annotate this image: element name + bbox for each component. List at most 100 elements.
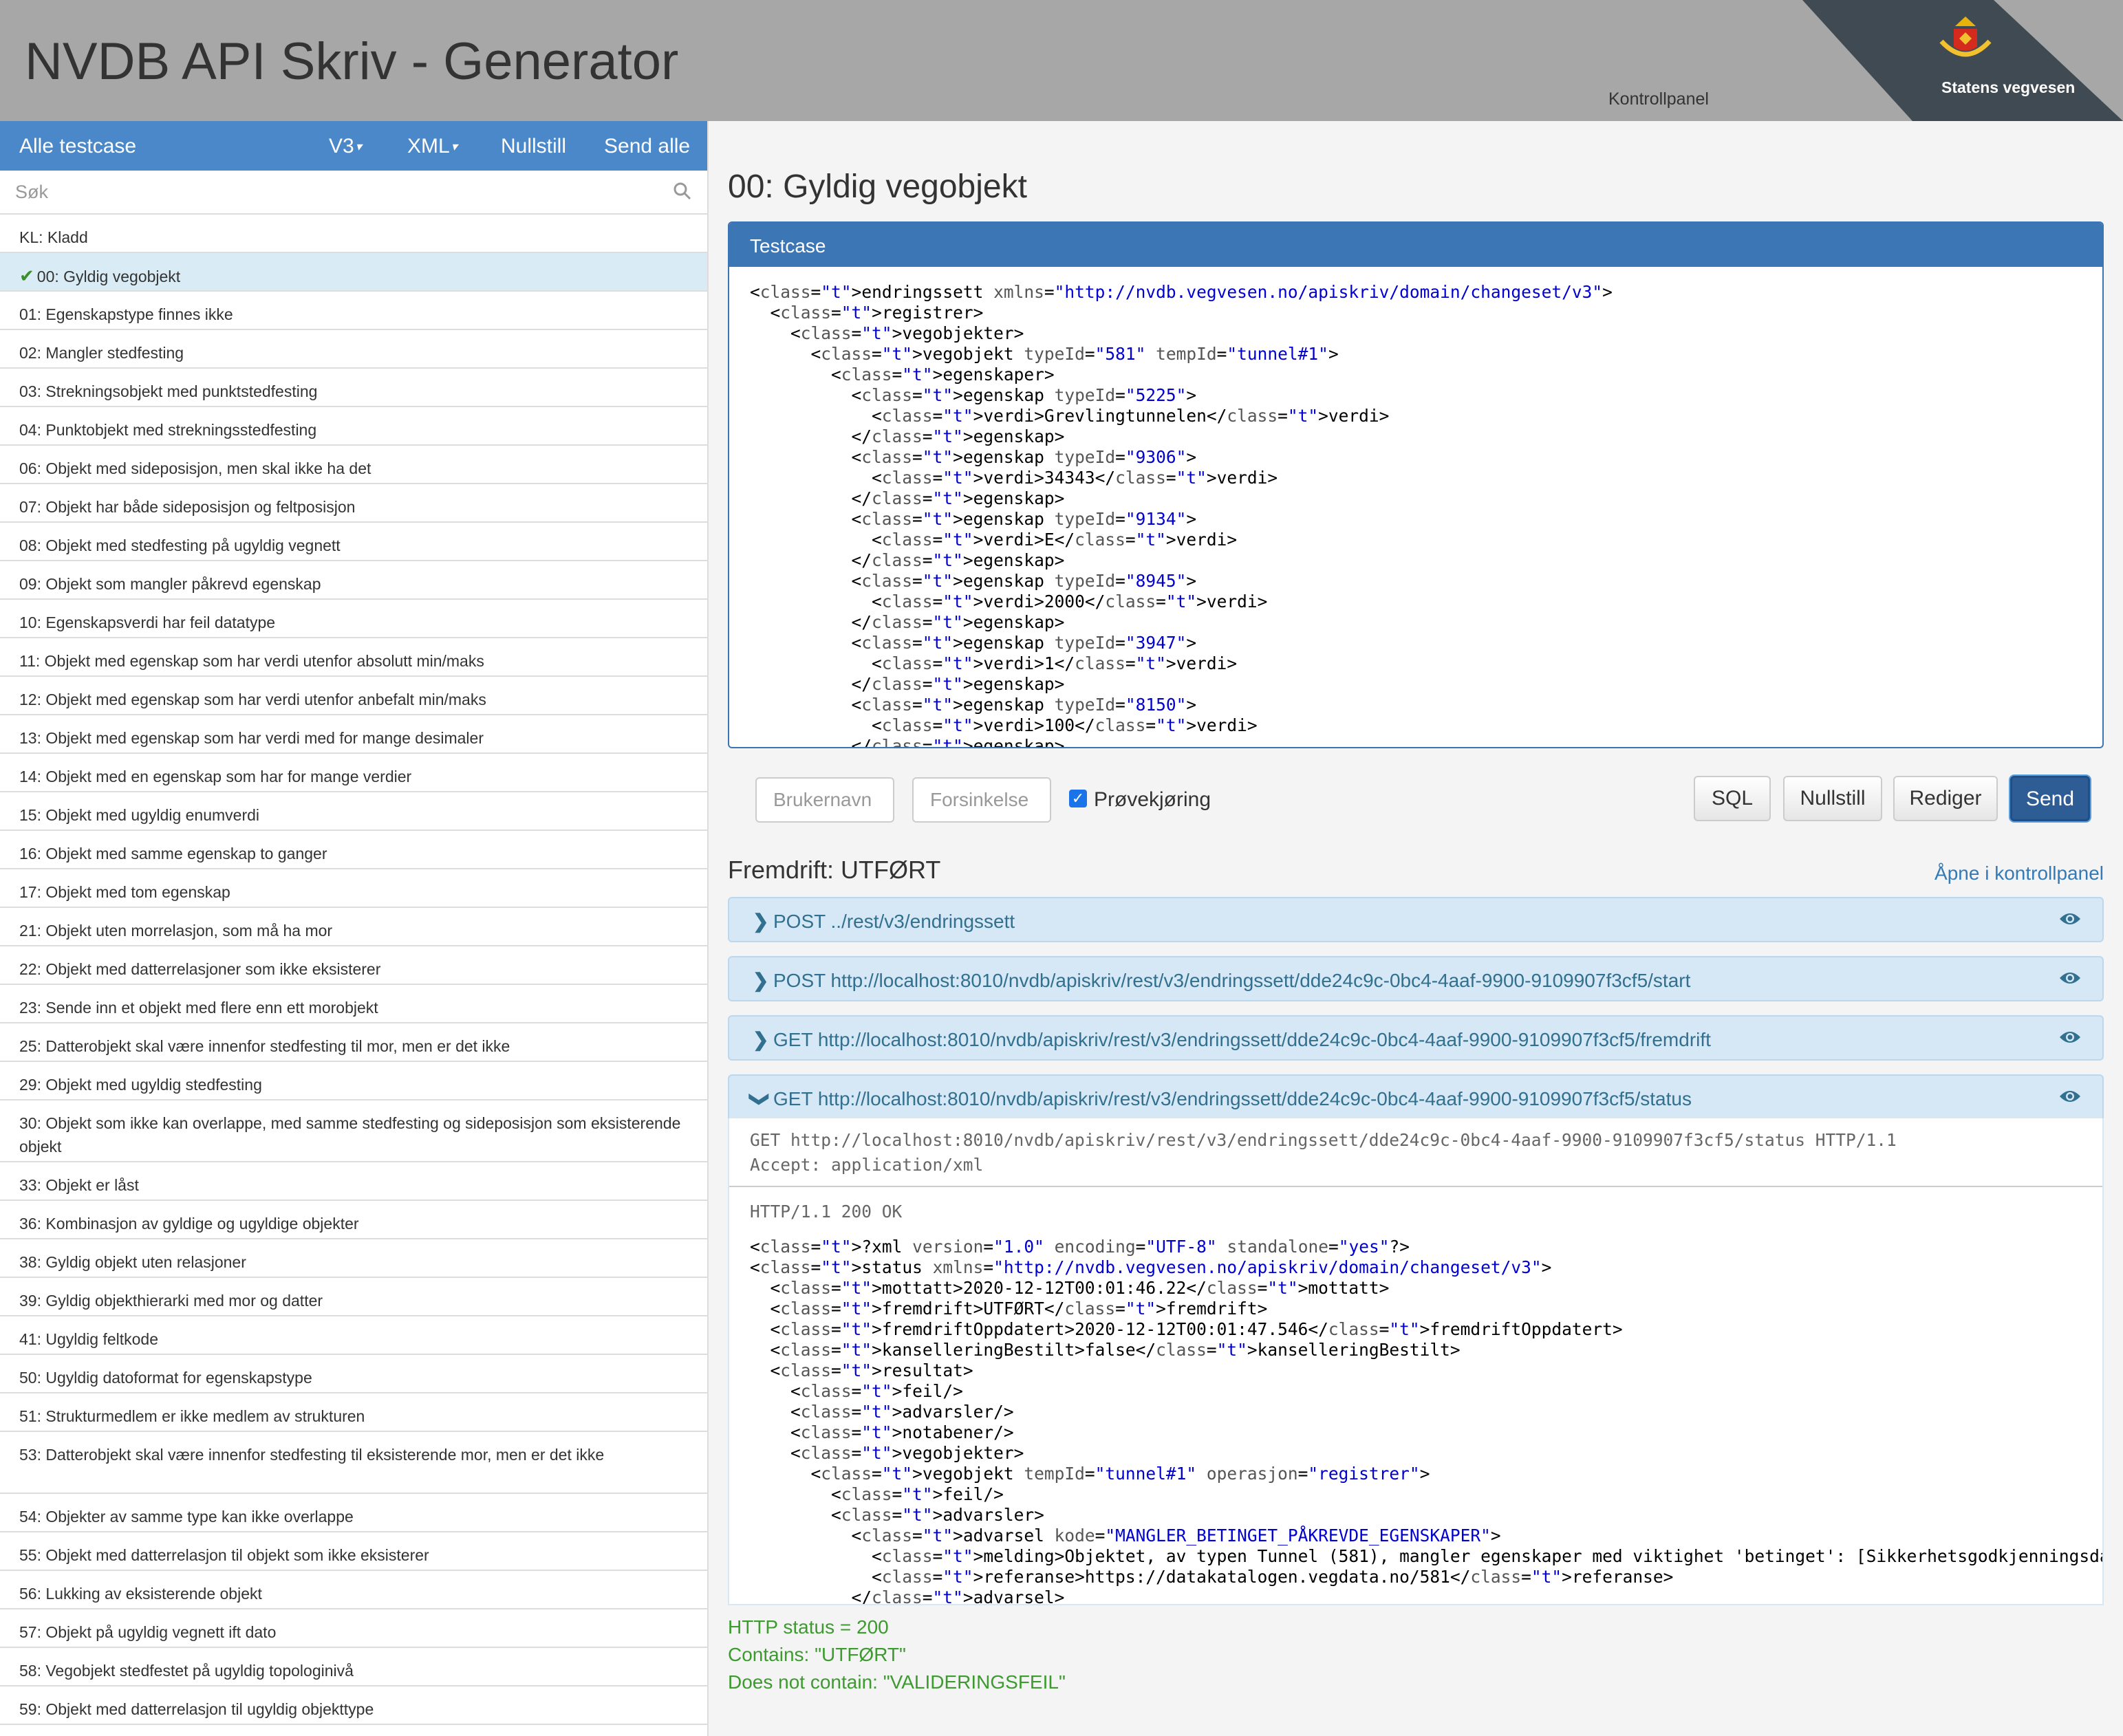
- testcase-label: 59: Objekt med datterrelasjon til ugyldi…: [19, 1700, 374, 1718]
- testcase-item[interactable]: 22: Objekt med datterrelasjoner som ikke…: [0, 946, 707, 985]
- code-line: <class="t">feil/>: [750, 1381, 963, 1401]
- code-line: <class="t">verdi>34343</class="t">verdi>: [750, 468, 1278, 488]
- request-row[interactable]: ❯ POST http://localhost:8010/nvdb/apiskri…: [728, 956, 2104, 1001]
- testcase-item[interactable]: 06: Objekt med sideposisjon, men skal ik…: [0, 446, 707, 484]
- testcase-item[interactable]: 54: Objekter av samme type kan ikke over…: [0, 1494, 707, 1532]
- testcase-item[interactable]: 60: Objekt med datterrelasjon til objekt…: [0, 1725, 707, 1736]
- testcase-item[interactable]: 09: Objekt som mangler påkrevd egenskap: [0, 561, 707, 600]
- testcase-item[interactable]: 23: Sende inn et objekt med flere enn et…: [0, 985, 707, 1023]
- format-label: XML: [407, 135, 450, 158]
- username-input[interactable]: [755, 777, 894, 823]
- request-label: POST http://localhost:8010/nvdb/apiskriv…: [773, 970, 1691, 991]
- testcase-label: 14: Objekt med en egenskap som har for m…: [19, 768, 412, 785]
- testcase-label: 04: Punktobjekt med strekningsstedfestin…: [19, 421, 317, 439]
- code-line: </class="t">egenskap>: [750, 674, 1065, 694]
- code-line: <class="t">egenskap typeId="8945">: [750, 571, 1197, 591]
- testcase-item[interactable]: 59: Objekt med datterrelasjon til ugyldi…: [0, 1686, 707, 1725]
- testcase-label: 29: Objekt med ugyldig stedfesting: [19, 1076, 262, 1094]
- sidebar-toolbar: Alle testcase V3 ▾ XML ▾ Nullstill Send al…: [0, 121, 707, 171]
- testcase-item[interactable]: 56: Lukking av eksisterende objekt: [0, 1571, 707, 1609]
- testcase-item[interactable]: 51: Strukturmedlem er ikke medlem av str…: [0, 1393, 707, 1432]
- testcase-item[interactable]: 55: Objekt med datterrelasjon til objekt…: [0, 1532, 707, 1571]
- testcase-item[interactable]: 36: Kombinasjon av gyldige og ugyldige o…: [0, 1201, 707, 1239]
- testcase-label: 02: Mangler stedfesting: [19, 344, 184, 362]
- testcase-item[interactable]: 25: Datterobjekt skal være innenfor sted…: [0, 1023, 707, 1062]
- testcase-item[interactable]: 38: Gyldig objekt uten relasjoner: [0, 1239, 707, 1278]
- request-row[interactable]: ❯ POST ../rest/v3/endringssett: [728, 897, 2104, 942]
- eye-icon[interactable]: [2058, 911, 2082, 927]
- testcase-item[interactable]: 08: Objekt med stedfesting på ugyldig ve…: [0, 523, 707, 561]
- testcase-item[interactable]: 57: Objekt på ugyldig vegnett ift dato: [0, 1609, 707, 1648]
- testcase-item[interactable]: 17: Objekt med tom egenskap: [0, 869, 707, 908]
- testcase-item[interactable]: 50: Ugyldig datoformat for egenskapstype: [0, 1355, 707, 1393]
- code-line: <class="t">advarsler>: [750, 1505, 1044, 1525]
- testcase-label: 33: Objekt er låst: [19, 1176, 139, 1194]
- testcase-label: 57: Objekt på ugyldig vegnett ift dato: [19, 1623, 277, 1641]
- statens-vegvesen-logo[interactable]: Statens vegvesen: [1802, 0, 2123, 121]
- eye-icon[interactable]: [2058, 1029, 2082, 1045]
- testcase-xml-editor[interactable]: <class="t">endringssett xmlns="http://nv…: [729, 267, 2102, 747]
- testcase-item[interactable]: 53: Datterobjekt skal være innenfor sted…: [0, 1432, 707, 1494]
- testcase-item[interactable]: 07: Objekt har både sideposisjon og felt…: [0, 484, 707, 523]
- kontrollpanel-link[interactable]: Kontrollpanel: [1608, 89, 1709, 109]
- reset-all-button[interactable]: Nullstill: [501, 135, 566, 158]
- testcase-item[interactable]: KL: Kladd: [0, 215, 707, 253]
- testcase-item[interactable]: 11: Objekt med egenskap som har verdi ut…: [0, 638, 707, 677]
- delay-input[interactable]: [912, 777, 1051, 823]
- testcase-item[interactable]: 12: Objekt med egenskap som har verdi ut…: [0, 677, 707, 715]
- testcase-label: 15: Objekt med ugyldig enumverdi: [19, 806, 260, 824]
- testcase-item[interactable]: 04: Punktobjekt med strekningsstedfestin…: [0, 407, 707, 446]
- testcase-item[interactable]: 03: Strekningsobjekt med punktstedfestin…: [0, 369, 707, 407]
- request-details: GET http://localhost:8010/nvdb/apiskriv/…: [728, 1118, 2104, 1605]
- testcase-label: 09: Objekt som mangler påkrevd egenskap: [19, 575, 321, 593]
- code-line: <class="t">registrer>: [750, 303, 984, 323]
- code-line: </class="t">egenskap>: [750, 612, 1065, 632]
- testcase-item[interactable]: ✔ 00: Gyldig vegobjekt: [0, 253, 707, 292]
- testcase-item[interactable]: 14: Objekt med en egenskap som har for m…: [0, 754, 707, 792]
- eye-icon[interactable]: [2058, 970, 2082, 986]
- eye-icon[interactable]: [2058, 1088, 2082, 1105]
- code-line: <class="t">?xml version="1.0" encoding="…: [750, 1237, 1410, 1257]
- edit-button[interactable]: Rediger: [1893, 776, 1998, 821]
- code-line: <class="t">egenskaper>: [750, 365, 1055, 384]
- code-line: <class="t">egenskap typeId="9134">: [750, 509, 1197, 529]
- testcase-item[interactable]: 58: Vegobjekt stedfestet på ugyldig topo…: [0, 1648, 707, 1686]
- testcase-label: 54: Objekter av samme type kan ikke over…: [19, 1508, 354, 1526]
- request-label: GET http://localhost:8010/nvdb/apiskriv/…: [773, 1088, 1692, 1109]
- result-http-status: HTTP status = 200: [728, 1616, 889, 1638]
- open-control-panel-link[interactable]: Åpne i kontrollpanel: [1935, 862, 2104, 885]
- testcase-item[interactable]: 02: Mangler stedfesting: [0, 330, 707, 369]
- testcase-item[interactable]: 41: Ugyldig feltkode: [0, 1316, 707, 1355]
- testcase-item[interactable]: 30: Objekt som ikke kan overlappe, med s…: [0, 1100, 707, 1162]
- request-row-expanded[interactable]: ❯ GET http://localhost:8010/nvdb/apiskriv…: [728, 1074, 2104, 1120]
- testcase-item[interactable]: 33: Objekt er låst: [0, 1162, 707, 1201]
- reset-button[interactable]: Nullstill: [1783, 776, 1882, 821]
- code-line: <class="t">mottatt>2020-12-12T00:01:46.2…: [750, 1278, 1390, 1298]
- send-all-button[interactable]: Send alle: [604, 135, 690, 158]
- all-testcases-button[interactable]: Alle testcase: [19, 135, 136, 158]
- code-line: <class="t">verdi>100</class="t">verdi>: [750, 715, 1258, 735]
- format-dropdown[interactable]: XML ▾: [407, 135, 457, 158]
- result-not-contains: Does not contain: "VALIDERINGSFEIL": [728, 1671, 1066, 1693]
- testcase-item[interactable]: 01: Egenskapstype finnes ikke: [0, 292, 707, 330]
- testcase-item[interactable]: 16: Objekt med samme egenskap to ganger: [0, 831, 707, 869]
- sql-button[interactable]: SQL: [1694, 776, 1771, 821]
- result-contains: Contains: "UTFØRT": [728, 1644, 906, 1665]
- request-row[interactable]: ❯ GET http://localhost:8010/nvdb/apiskriv…: [728, 1015, 2104, 1061]
- code-line: <class="t">status xmlns="http://nvdb.veg…: [750, 1257, 1552, 1277]
- code-line: <class="t">advarsel kode="MANGLER_BETING…: [750, 1526, 1501, 1545]
- send-button[interactable]: Send: [2010, 776, 2090, 821]
- version-dropdown[interactable]: V3 ▾: [329, 135, 362, 158]
- code-line: <class="t">verdi>Grevlingtunnelen</class…: [750, 406, 1390, 426]
- dryrun-checkbox[interactable]: ✓: [1069, 790, 1087, 807]
- testcase-item[interactable]: 21: Objekt uten morrelasjon, som må ha m…: [0, 908, 707, 946]
- caret-down-icon: ▾: [451, 140, 457, 153]
- code-line: </class="t">egenskap>: [750, 426, 1065, 446]
- testcase-item[interactable]: 29: Objekt med ugyldig stedfesting: [0, 1062, 707, 1100]
- testcase-item[interactable]: 15: Objekt med ugyldig enumverdi: [0, 792, 707, 831]
- testcase-item[interactable]: 39: Gyldig objekthierarki med mor og dat…: [0, 1278, 707, 1316]
- testcase-item[interactable]: 10: Egenskapsverdi har feil datatype: [0, 600, 707, 638]
- search-input[interactable]: [0, 171, 707, 213]
- testcase-label: 58: Vegobjekt stedfestet på ugyldig topo…: [19, 1662, 354, 1680]
- testcase-item[interactable]: 13: Objekt med egenskap som har verdi me…: [0, 715, 707, 754]
